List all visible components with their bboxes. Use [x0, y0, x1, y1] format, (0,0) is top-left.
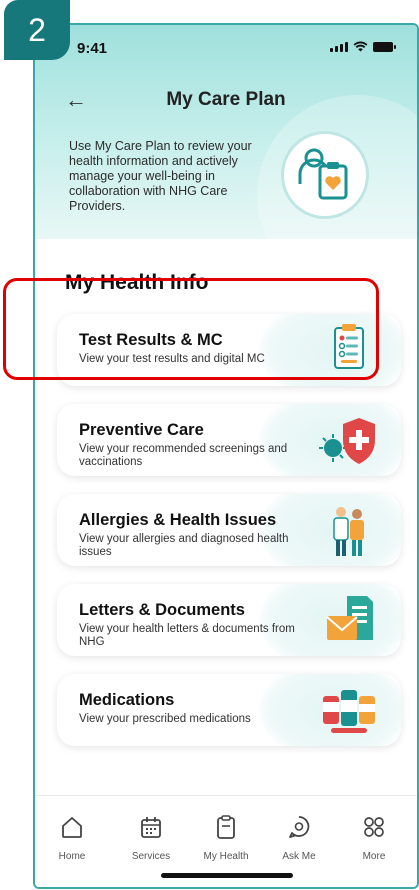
signal-icon — [330, 42, 348, 52]
medication-icon — [323, 690, 375, 733]
card-subtitle: View your recommended screenings and vac… — [79, 443, 288, 468]
tab-my-health[interactable]: My Health — [191, 814, 261, 862]
card-title: Letters & Documents — [79, 601, 245, 619]
card-preventive-care[interactable]: Preventive Care View your recommended sc… — [57, 404, 401, 476]
status-time: 9:41 — [77, 40, 108, 57]
shield-virus-icon — [319, 418, 375, 464]
card-subtitle: View your health letters & documents fro… — [79, 623, 295, 648]
tab-label: Services — [131, 851, 171, 862]
phone-screen: 9:41 ← My Care Plan Use My Care Plan to … — [33, 23, 419, 889]
care-plan-icon — [281, 131, 369, 219]
highlight-box — [3, 278, 379, 380]
status-bar: 9:41 — [35, 35, 417, 61]
card-medications[interactable]: Medications View your prescribed medicat… — [57, 674, 401, 746]
card-title: Allergies & Health Issues — [79, 511, 277, 529]
tab-label: Ask Me — [282, 851, 316, 862]
status-icons — [330, 41, 396, 52]
card-letters-documents[interactable]: Letters & Documents View your health let… — [57, 584, 401, 656]
tab-label: My Health — [203, 851, 249, 862]
chat-icon — [289, 816, 310, 838]
card-subtitle: View your allergies and diagnosed health… — [79, 533, 289, 558]
tab-home[interactable]: Home — [37, 814, 107, 862]
wifi-icon — [353, 41, 368, 52]
step-number-badge: 2 — [4, 0, 70, 60]
card-allergies[interactable]: Allergies & Health Issues View your alle… — [57, 494, 401, 566]
card-title: Preventive Care — [79, 421, 204, 439]
tab-ask-me[interactable]: Ask Me — [264, 814, 334, 862]
document-envelope-icon — [326, 596, 373, 640]
card-subtitle: View your prescribed medications — [79, 713, 251, 725]
home-indicator — [161, 873, 293, 878]
doctors-icon — [333, 507, 364, 556]
home-icon — [62, 817, 82, 838]
tab-label: Home — [58, 851, 86, 862]
grid-icon — [364, 817, 384, 837]
intro-text: Use My Care Plan to review your health i… — [69, 139, 252, 213]
top-bar: ← My Care Plan — [35, 83, 417, 119]
page-title: My Care Plan — [166, 89, 286, 110]
tab-services[interactable]: Services — [116, 814, 186, 862]
tab-label: More — [362, 851, 386, 862]
clipboard-icon — [217, 815, 235, 839]
battery-icon — [373, 42, 396, 52]
card-title: Medications — [79, 691, 175, 709]
calendar-icon — [141, 817, 161, 838]
tab-more[interactable]: More — [339, 814, 409, 862]
